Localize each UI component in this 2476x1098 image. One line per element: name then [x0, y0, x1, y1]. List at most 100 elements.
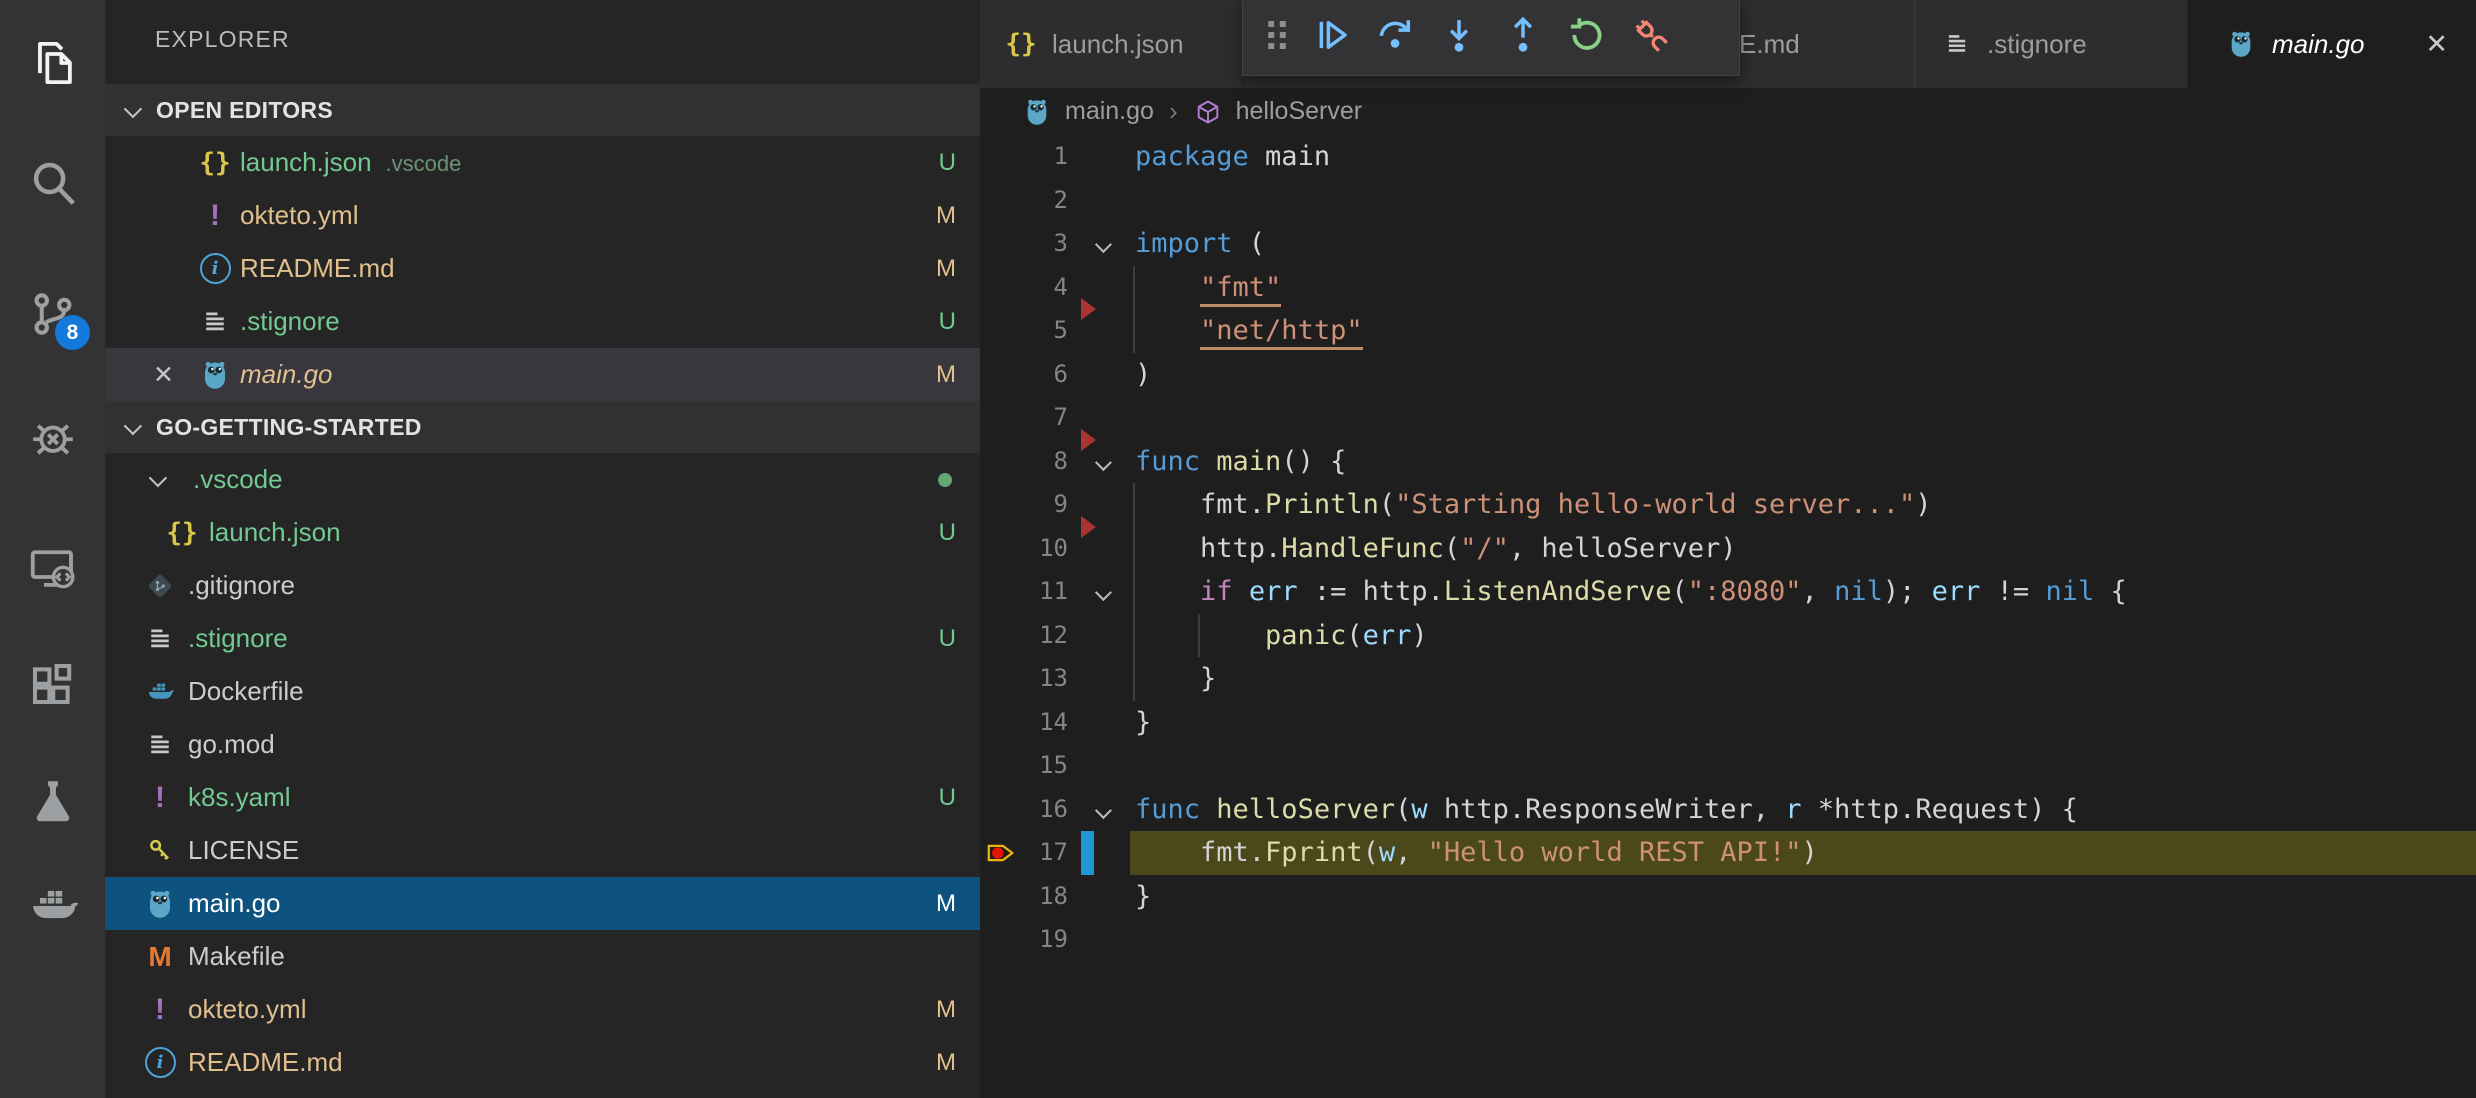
- fold-chevron-icon[interactable]: [1096, 237, 1108, 256]
- activity-bar-item-remote-explorer[interactable]: [26, 541, 80, 595]
- activity-bar-item-explorer[interactable]: [26, 36, 80, 90]
- step-out-button[interactable]: [1491, 10, 1555, 66]
- fold-chevron-icon[interactable]: [1096, 585, 1108, 604]
- file-label: .gitignore: [188, 570, 295, 601]
- breadcrumb-file[interactable]: main.go: [1065, 97, 1154, 126]
- tab-stignore[interactable]: .stignore: [1915, 0, 2188, 88]
- tree-item-readme-md[interactable]: iREADME.mdM: [105, 1036, 980, 1089]
- section-header-go-getting-started[interactable]: GO-GETTING-STARTED: [105, 401, 980, 453]
- token-pln: ): [1915, 489, 1931, 520]
- open-editor-main-go[interactable]: ✕ main.goM: [105, 348, 980, 401]
- close-icon[interactable]: ✕: [153, 360, 174, 390]
- open-editor-okteto-yml[interactable]: !okteto.ymlM: [105, 189, 980, 242]
- breadcrumb-symbol[interactable]: helloServer: [1236, 97, 1362, 126]
- activity-bar-item-extensions[interactable]: [26, 657, 80, 711]
- step-into-button[interactable]: [1427, 10, 1491, 66]
- activity-bar-item-run-and-debug[interactable]: [26, 410, 80, 464]
- code-line-15[interactable]: 15: [980, 744, 2476, 788]
- open-editor-launch-json[interactable]: {}launch.json.vscodeU: [105, 136, 980, 189]
- code-text: }: [1135, 701, 1151, 745]
- open-editor--stignore[interactable]: .stignoreU: [105, 295, 980, 348]
- continue-button[interactable]: [1299, 10, 1363, 66]
- activity-bar-item-testing[interactable]: [26, 774, 80, 828]
- token-pln: fmt.: [1135, 489, 1265, 520]
- code-line-8[interactable]: 8func main() {: [980, 440, 2476, 484]
- activity-bar-item-docker[interactable]: [26, 879, 80, 933]
- code-line-4[interactable]: 4 "fmt": [980, 266, 2476, 310]
- code-line-16[interactable]: 16func helloServer(w http.ResponseWriter…: [980, 788, 2476, 832]
- token-pln: (: [1444, 533, 1460, 564]
- activity-bar-item-source-control[interactable]: 8: [26, 287, 80, 341]
- m-file-icon: M: [143, 940, 177, 974]
- code-line-19[interactable]: 19: [980, 918, 2476, 962]
- tree-item-makefile[interactable]: MMakefile: [105, 930, 980, 983]
- line-number: 13: [980, 657, 1068, 701]
- step-out-icon: [1502, 14, 1544, 61]
- tree-item--stignore[interactable]: .stignoreU: [105, 612, 980, 665]
- code-line-7[interactable]: 7: [980, 396, 2476, 440]
- fold-chevron-icon[interactable]: [1096, 455, 1108, 474]
- code-line-5[interactable]: 5 "net/http": [980, 309, 2476, 353]
- step-over-button[interactable]: [1363, 10, 1427, 66]
- git-modified-gutter-bar: [1081, 831, 1094, 875]
- tree-item-main-go[interactable]: main.goM: [105, 877, 980, 930]
- drag-handle: [1255, 10, 1299, 66]
- beaker-icon: [26, 774, 80, 828]
- git-status-badge: U: [939, 149, 956, 177]
- tree-item--vscode[interactable]: .vscode: [105, 453, 980, 506]
- token-pln: (: [1346, 620, 1362, 651]
- code-line-18[interactable]: 18}: [980, 875, 2476, 919]
- tree-item-dockerfile[interactable]: Dockerfile: [105, 665, 980, 718]
- line-number: 15: [980, 744, 1068, 788]
- git-deleted-gutter-triangle-icon[interactable]: [1081, 298, 1096, 320]
- tree-item-launch-json[interactable]: {}launch.jsonU: [105, 506, 980, 559]
- code-line-12[interactable]: 12 panic(err): [980, 614, 2476, 658]
- tab-label: launch.json: [1052, 29, 1184, 60]
- code-line-2[interactable]: 2: [980, 179, 2476, 223]
- code-line-1[interactable]: 1package main: [980, 135, 2476, 179]
- tab-label: main.go: [2272, 29, 2365, 60]
- tree-item--gitignore[interactable]: .gitignore: [105, 559, 980, 612]
- breakpoint-current-icon[interactable]: [985, 835, 1019, 871]
- git-deleted-gutter-triangle-icon[interactable]: [1081, 516, 1096, 538]
- code-line-14[interactable]: 14}: [980, 701, 2476, 745]
- token-kw: func: [1135, 446, 1200, 477]
- fold-chevron-icon[interactable]: [1096, 803, 1108, 822]
- remote-icon: [26, 541, 80, 595]
- vscode-window: 8 EXPLORER OPEN EDITORS{}launch.json.vsc…: [0, 0, 2476, 1098]
- line-number: 1: [980, 135, 1068, 179]
- tree-item-license[interactable]: LICENSE: [105, 824, 980, 877]
- go-file-icon: [143, 887, 177, 921]
- section-header-open-editors[interactable]: OPEN EDITORS: [105, 84, 980, 136]
- token-str: "Starting hello-world server...": [1395, 489, 1915, 520]
- tab-launch-json[interactable]: {} launch.json: [980, 0, 1244, 88]
- code-editor[interactable]: 1package main23import (4 "fmt"5 "net/htt…: [980, 135, 2476, 1098]
- token-strU: "net/http": [1200, 315, 1363, 350]
- close-icon[interactable]: ✕: [2425, 29, 2448, 60]
- code-line-17[interactable]: 17 fmt.Fprint(w, "Hello world REST API!"…: [980, 831, 2476, 875]
- code-line-6[interactable]: 6): [980, 353, 2476, 397]
- token-fn: Println: [1265, 489, 1379, 520]
- code-line-13[interactable]: 13 }: [980, 657, 2476, 701]
- git-deleted-gutter-triangle-icon[interactable]: [1081, 429, 1096, 451]
- tree-item-okteto-yml[interactable]: !okteto.ymlM: [105, 983, 980, 1036]
- disconnect-button[interactable]: [1619, 10, 1683, 66]
- tab-main-go[interactable]: main.go ✕: [2188, 0, 2476, 88]
- key-file-icon: [143, 834, 177, 868]
- file-label: launch.json: [209, 517, 341, 548]
- token-fn: HandleFunc: [1281, 533, 1444, 564]
- activity-bar-item-search[interactable]: [26, 156, 80, 210]
- tree-item-k8s-yaml[interactable]: !k8s.yamlU: [105, 771, 980, 824]
- code-line-10[interactable]: 10 http.HandleFunc("/", helloServer): [980, 527, 2476, 571]
- breadcrumb-separator-icon: ›: [1169, 96, 1178, 127]
- open-editor-readme-md[interactable]: iREADME.mdM: [105, 242, 980, 295]
- code-line-11[interactable]: 11 if err := http.ListenAndServe(":8080"…: [980, 570, 2476, 614]
- token-pln: [1135, 272, 1200, 303]
- restart-button[interactable]: [1555, 10, 1619, 66]
- yaml-file-icon: !: [143, 993, 177, 1027]
- code-line-9[interactable]: 9 fmt.Println("Starting hello-world serv…: [980, 483, 2476, 527]
- tree-item-go-mod[interactable]: go.mod: [105, 718, 980, 771]
- section-label: GO-GETTING-STARTED: [156, 414, 422, 441]
- code-line-3[interactable]: 3import (: [980, 222, 2476, 266]
- line-number: 5: [980, 309, 1068, 353]
